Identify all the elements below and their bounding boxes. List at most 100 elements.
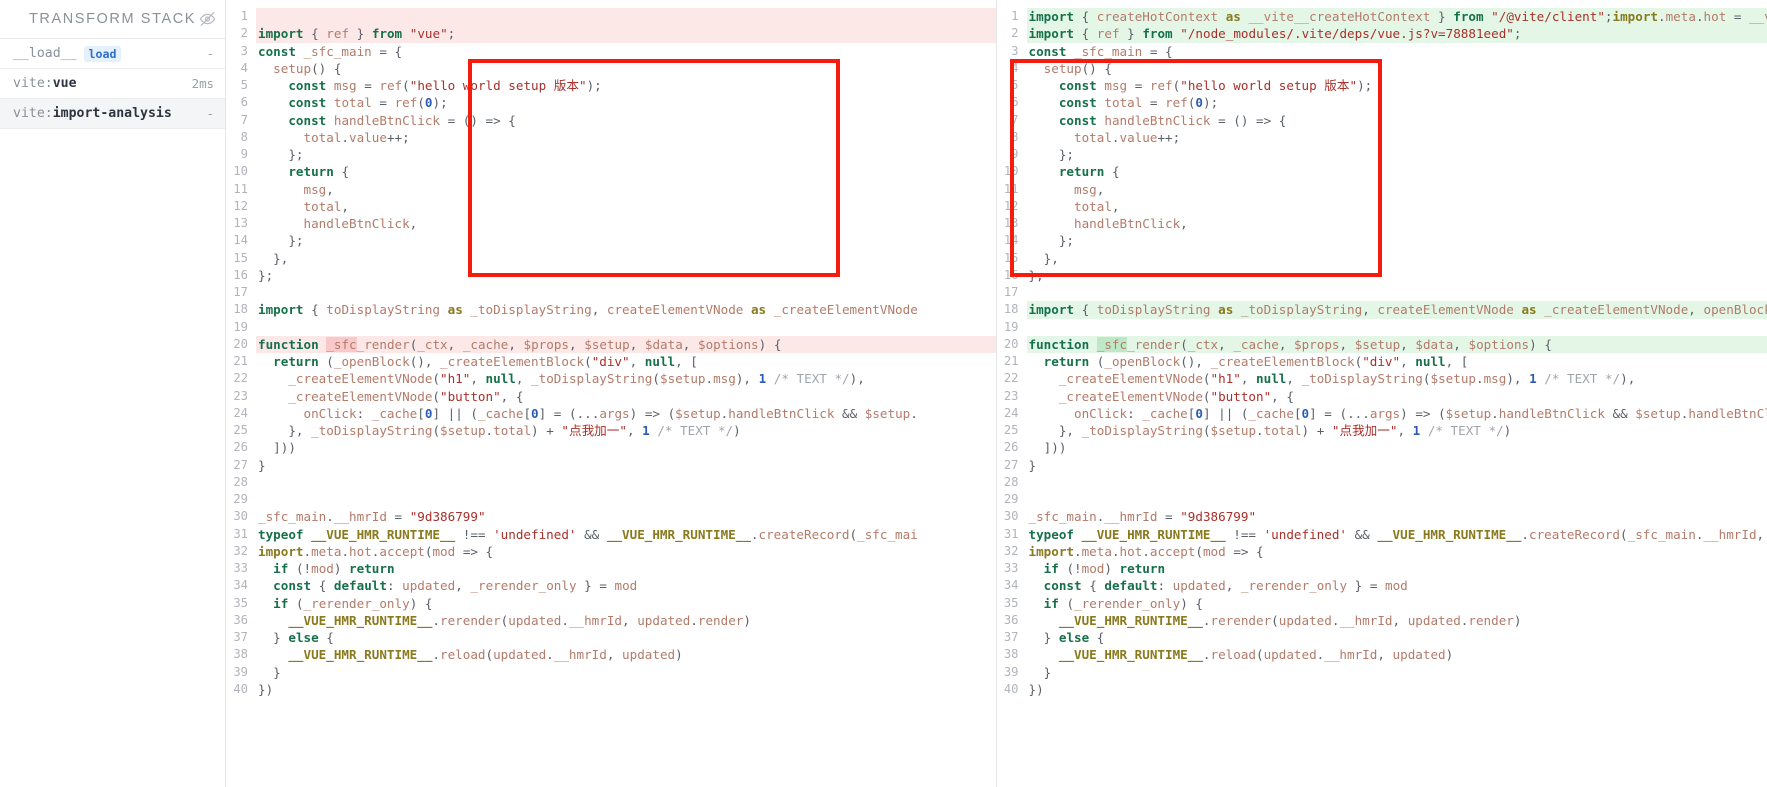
line-number: 38 [1003, 647, 1019, 662]
line-number: 11 [233, 181, 248, 196]
code-line: 11 msg, [226, 181, 996, 198]
line-source: }, [273, 250, 289, 266]
line-number: 34 [1003, 578, 1019, 593]
line-source: _createElementVNode("button", { [288, 388, 524, 404]
line-source: const handleBtnClick = () => { [1058, 112, 1287, 128]
sidebar-empty-area [0, 129, 225, 787]
line-source [256, 284, 996, 301]
line-source: const { default: updated, _rerender_only… [1043, 578, 1408, 594]
code-line: 11 msg, [997, 181, 1767, 198]
line-source: if (_rerender_only) { [273, 595, 433, 611]
line-source [256, 8, 996, 26]
line-number: 35 [233, 595, 248, 610]
line-source: const total = ref(0); [288, 95, 448, 111]
code-line: 23 _createElementVNode("button", { [226, 388, 996, 405]
line-number: 15 [233, 250, 248, 265]
code-line: 28 [226, 474, 996, 491]
eye-off-icon[interactable] [199, 11, 216, 28]
line-source: return { [288, 164, 350, 180]
line-number: 39 [1003, 664, 1019, 679]
code-line: 21 return (_openBlock(), _createElementB… [226, 353, 996, 370]
line-number: 22 [233, 371, 248, 386]
stack-row[interactable]: __load__ load - [0, 39, 225, 69]
line-source: }; [288, 147, 304, 162]
line-number: 8 [240, 129, 248, 144]
line-source: setup() { [1043, 60, 1112, 76]
code-line: 6 const total = ref(0); [997, 94, 1767, 111]
code-line: 15 }, [226, 250, 996, 267]
line-number: 27 [1003, 457, 1019, 472]
transform-stack-sidebar: TRANSFORM STACK __load__ load - vite:vue 2ms… [0, 0, 226, 787]
line-source: handleBtnClick, [1074, 216, 1188, 231]
code-line: 33 if (!mod) return [226, 560, 996, 577]
line-number: 25 [1003, 423, 1019, 437]
line-source: typeof __VUE_HMR_RUNTIME__ !== 'undefine… [258, 526, 918, 542]
line-number: 37 [1003, 630, 1019, 644]
line-source [1027, 491, 1767, 508]
code-line: 20 function _sfc_render(_ctx, _cache, $pr… [997, 335, 1767, 353]
line-number: 9 [1011, 147, 1019, 161]
code-line: 18 import { toDisplayString as _toDisplay… [997, 301, 1767, 319]
code-line: 34 const { default: updated, _rerender_o… [997, 577, 1767, 594]
line-number: 14 [1003, 233, 1019, 248]
code-line: 24 onClick: _cache[0] || (_cache[0] = (.… [226, 405, 996, 422]
line-source: const { default: updated, _rerender_only… [273, 578, 638, 594]
line-number: 36 [1003, 612, 1019, 627]
line-number: 38 [233, 647, 248, 662]
line-source: const msg = ref("hello world setup 版本"); [1058, 78, 1373, 93]
line-source: ])) [273, 440, 296, 456]
line-number: 26 [233, 440, 248, 455]
code-line: 31 typeof __VUE_HMR_RUNTIME__ !== 'undefi… [997, 526, 1767, 543]
code-line: 5 const msg = ref("hello world setup 版本"… [226, 77, 996, 94]
line-source: __VUE_HMR_RUNTIME__.reload(updated.__hmr… [288, 647, 683, 663]
code-line: 17 [997, 284, 1767, 301]
line-number: 30 [1003, 509, 1019, 524]
code-line: 35 if (_rerender_only) { [997, 595, 1767, 612]
code-pane-before[interactable]: 1 2 import { ref } from "vue"; 3 const _sfc… [226, 0, 997, 787]
line-number: 33 [1003, 561, 1019, 575]
line-source: }; [288, 233, 304, 249]
line-source [1027, 319, 1767, 336]
line-source: }) [1028, 681, 1044, 697]
code-line: 1 [226, 8, 996, 26]
line-number: 3 [1011, 43, 1019, 58]
line-source: ])) [1043, 440, 1067, 456]
line-number: 34 [233, 578, 248, 593]
stack-row[interactable]: vite:import-analysis - [0, 99, 225, 129]
line-source: const handleBtnClick = () => { [288, 112, 516, 128]
code-line: 7 const handleBtnClick = () => { [226, 112, 996, 129]
line-source [256, 474, 996, 491]
code-line: 14 }; [226, 232, 996, 249]
code-pane-after[interactable]: 1 import { createHotContext as __vite__cr… [996, 0, 1767, 787]
code-line: 13 handleBtnClick, [997, 215, 1767, 232]
code-line: 34 const { default: updated, _rerender_o… [226, 577, 996, 594]
code-line: 27} [997, 457, 1767, 474]
line-source: function _sfc_render(_ctx, _cache, $prop… [256, 335, 996, 353]
line-number: 29 [1003, 492, 1019, 506]
code-line: 21 return (_openBlock(), _createElementB… [997, 353, 1767, 370]
line-source: import.meta.hot.accept(mod => { [258, 543, 494, 559]
line-source: }; [1058, 147, 1075, 162]
stack-row[interactable]: vite:vue 2ms [0, 69, 225, 99]
line-number: 5 [240, 78, 248, 92]
line-source: } [1028, 457, 1037, 473]
line-number: 24 [233, 405, 248, 420]
line-source: _createElementVNode("h1", null, _toDispl… [288, 371, 865, 387]
line-source: _createElementVNode("h1", null, _toDispl… [1058, 371, 1636, 387]
line-number: 25 [233, 423, 248, 437]
line-number: 16 [233, 267, 248, 282]
line-number: 36 [233, 612, 248, 627]
line-number: 18 [233, 302, 248, 317]
stack-row-label: vite:vue [13, 76, 77, 91]
line-number: 39 [233, 664, 248, 679]
stack-row-duration: - [206, 106, 214, 121]
line-source: if (!mod) return [273, 561, 395, 576]
code-line: 40}) [997, 681, 1767, 698]
line-source: total.value++; [1074, 129, 1181, 145]
line-number: 31 [1003, 526, 1019, 541]
line-source: const _sfc_main = { [258, 43, 403, 59]
line-number: 13 [233, 216, 248, 230]
line-number: 4 [240, 60, 248, 75]
line-number: 12 [1003, 198, 1019, 213]
line-source: _sfc_main.__hmrId = "9d386799" [258, 509, 486, 525]
